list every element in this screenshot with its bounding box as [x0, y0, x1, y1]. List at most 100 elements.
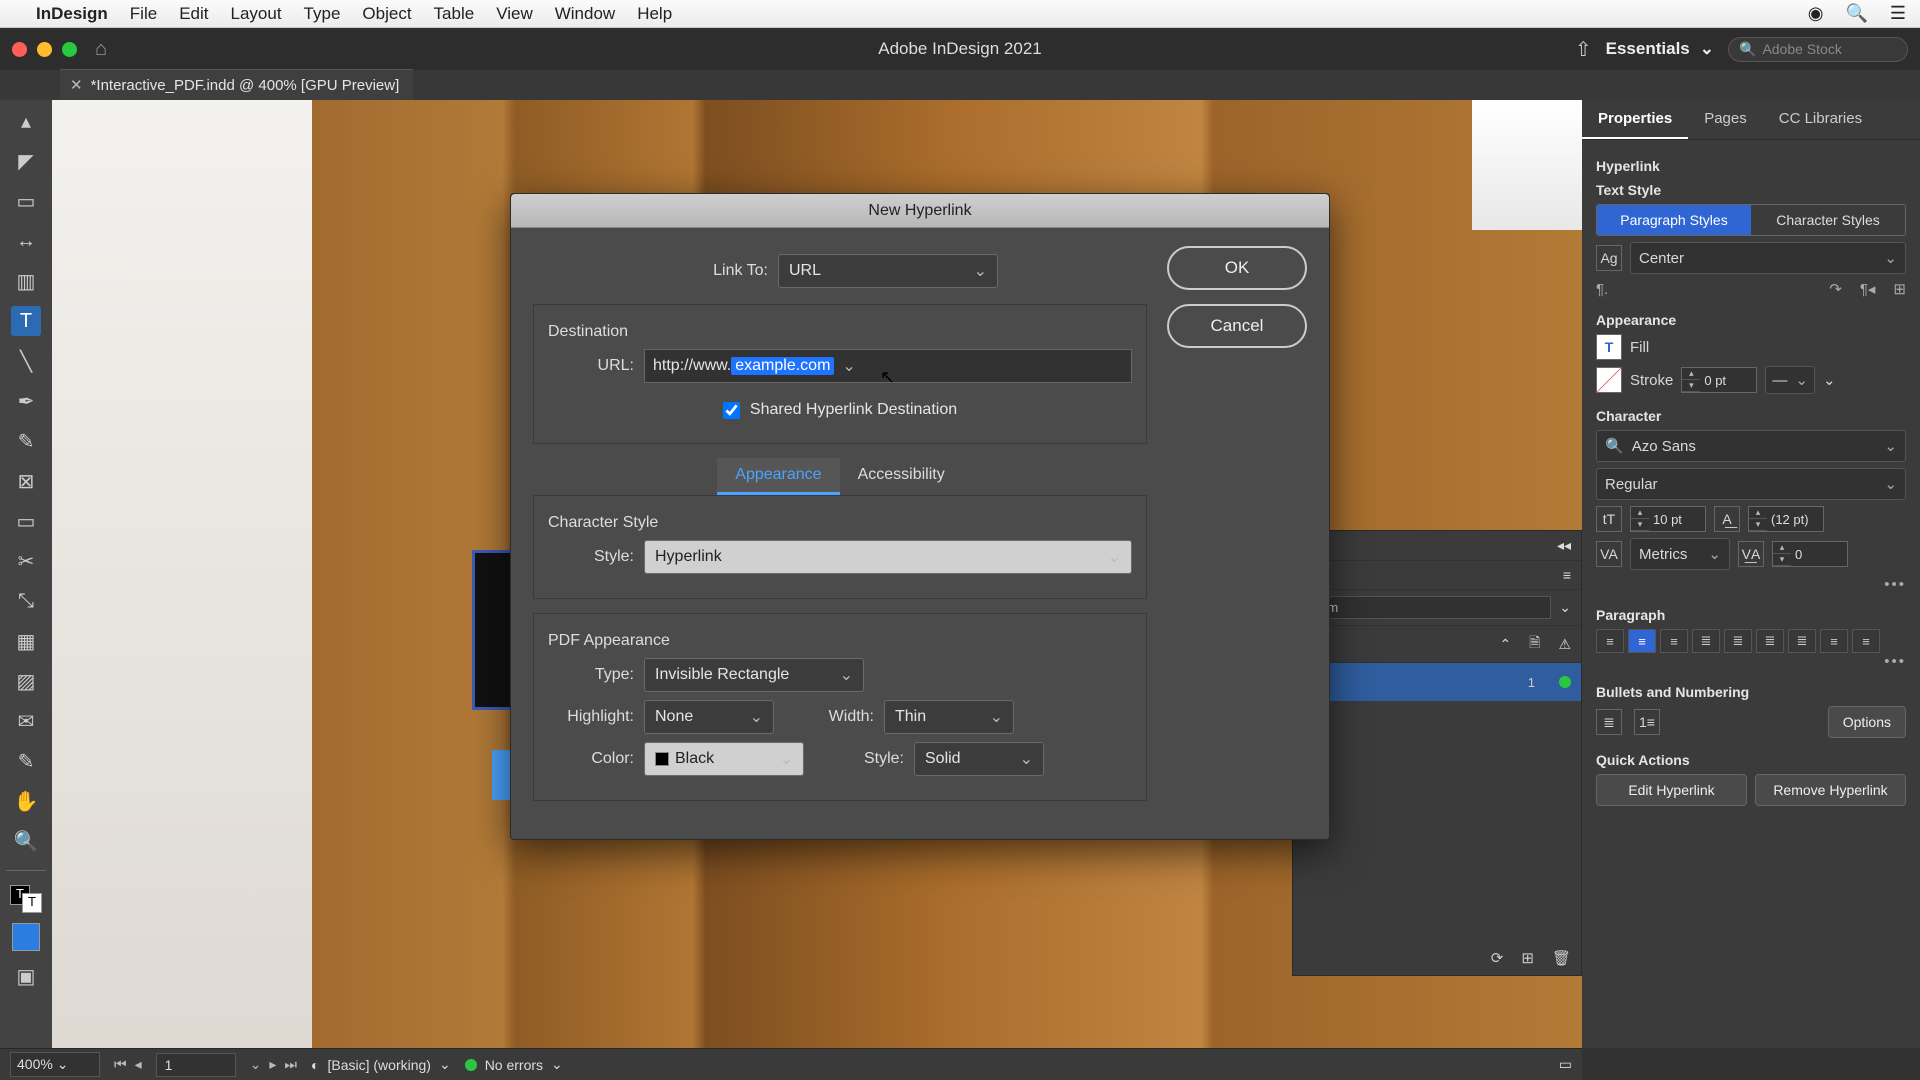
- kerning-select[interactable]: Metrics⌄: [1630, 538, 1730, 570]
- zoom-tool[interactable]: 🔍: [11, 826, 41, 856]
- more-options-icon[interactable]: •••: [1596, 576, 1906, 593]
- tracking-input[interactable]: ▴▾: [1772, 541, 1848, 567]
- color-select[interactable]: Black⌄: [644, 742, 804, 776]
- app-name[interactable]: InDesign: [36, 4, 108, 24]
- selection-tool[interactable]: ▴: [11, 106, 41, 136]
- menu-table[interactable]: Table: [434, 4, 475, 24]
- window-minimize-button[interactable]: [37, 42, 52, 57]
- menu-edit[interactable]: Edit: [179, 4, 208, 24]
- next-page-button[interactable]: ▸: [269, 1056, 276, 1073]
- menu-help[interactable]: Help: [637, 4, 672, 24]
- pencil-tool[interactable]: ✎: [11, 426, 41, 456]
- more-options-icon[interactable]: •••: [1596, 653, 1906, 670]
- shared-destination-checkbox[interactable]: [723, 402, 740, 419]
- home-icon[interactable]: ⌂: [95, 38, 107, 61]
- stroke-weight-input[interactable]: ▴▾: [1681, 367, 1757, 393]
- trash-icon[interactable]: 🗑: [1552, 949, 1571, 967]
- tab-properties[interactable]: Properties: [1582, 100, 1688, 139]
- warning-icon[interactable]: ⚠: [1558, 636, 1571, 653]
- last-page-button[interactable]: ⏭: [284, 1056, 297, 1073]
- remove-hyperlink-button[interactable]: Remove Hyperlink: [1755, 774, 1906, 806]
- new-hyperlink-icon[interactable]: 🗎: [1529, 632, 1540, 656]
- page-menu-chevron[interactable]: ⌄: [250, 1056, 262, 1073]
- clear-override-icon[interactable]: ¶.: [1596, 281, 1608, 298]
- chevron-down-icon[interactable]: ⌄: [1823, 371, 1836, 389]
- hand-tool[interactable]: ✋: [11, 786, 41, 816]
- eyedropper-tool[interactable]: ✎: [11, 746, 41, 776]
- color-swatch[interactable]: [12, 923, 40, 951]
- screen-mode-icon[interactable]: ▭: [1559, 1056, 1572, 1073]
- window-zoom-button[interactable]: [62, 42, 77, 57]
- spotlight-icon[interactable]: 🔍: [1845, 3, 1867, 24]
- highlight-select[interactable]: None⌄: [644, 700, 774, 734]
- first-page-button[interactable]: ⏮: [114, 1056, 127, 1073]
- menu-window[interactable]: Window: [555, 4, 615, 24]
- fill-stroke-swatch[interactable]: T T: [10, 885, 42, 913]
- justify-all-button[interactable]: ≣: [1788, 629, 1816, 653]
- add-style-icon[interactable]: ⊞: [1893, 280, 1906, 298]
- rectangle-tool[interactable]: ▭: [11, 506, 41, 536]
- menu-layout[interactable]: Layout: [231, 4, 282, 24]
- tab-accessibility[interactable]: Accessibility: [840, 458, 963, 495]
- menu-object[interactable]: Object: [362, 4, 411, 24]
- preflight-profile[interactable]: ◐ [Basic] (working) ⌄: [311, 1056, 451, 1073]
- redefine-style-icon[interactable]: ¶◂: [1860, 280, 1876, 298]
- paragraph-styles-button[interactable]: Paragraph Styles: [1597, 205, 1751, 235]
- tab-appearance[interactable]: Appearance: [717, 458, 839, 495]
- new-style-icon[interactable]: ↷: [1829, 280, 1842, 298]
- note-tool[interactable]: ✉: [11, 706, 41, 736]
- menu-view[interactable]: View: [496, 4, 533, 24]
- justify-center-button[interactable]: ≣: [1724, 629, 1752, 653]
- line-tool[interactable]: ╲: [11, 346, 41, 376]
- character-styles-button[interactable]: Character Styles: [1751, 205, 1905, 235]
- bulleted-list-icon[interactable]: ≣: [1596, 709, 1622, 735]
- menu-type[interactable]: Type: [304, 4, 341, 24]
- scissors-tool[interactable]: ✂: [11, 546, 41, 576]
- document-tab[interactable]: ✕ *Interactive_PDF.indd @ 400% [GPU Prev…: [60, 69, 413, 100]
- free-transform-tool[interactable]: ⤡: [11, 586, 41, 616]
- edit-hyperlink-button[interactable]: Edit Hyperlink: [1596, 774, 1747, 806]
- justify-left-button[interactable]: ≣: [1692, 629, 1720, 653]
- collapse-icon[interactable]: ◂◂: [1557, 537, 1571, 554]
- tab-close-icon[interactable]: ✕: [70, 76, 83, 94]
- numbered-list-icon[interactable]: 1≡: [1634, 709, 1660, 735]
- tab-pages[interactable]: Pages: [1688, 100, 1763, 139]
- type-tool[interactable]: T: [11, 306, 41, 336]
- rectangle-frame-tool[interactable]: ⊠: [11, 466, 41, 496]
- font-size-input[interactable]: ▴▾: [1630, 506, 1706, 532]
- justify-right-button[interactable]: ≣: [1756, 629, 1784, 653]
- hyperlink-url-input[interactable]: [1303, 596, 1551, 619]
- fill-swatch-icon[interactable]: T: [1596, 334, 1622, 360]
- font-family-select[interactable]: 🔍 Azo Sans⌄: [1596, 430, 1906, 462]
- prev-page-button[interactable]: ◂: [135, 1056, 142, 1073]
- preflight-status[interactable]: No errors ⌄: [465, 1056, 563, 1073]
- font-weight-select[interactable]: Regular⌄: [1596, 468, 1906, 500]
- gradient-feather-tool[interactable]: ▨: [11, 666, 41, 696]
- pdf-type-select[interactable]: Invisible Rectangle⌄: [644, 658, 864, 692]
- gradient-swatch-tool[interactable]: ▦: [11, 626, 41, 656]
- character-style-select[interactable]: Hyperlink⌄: [644, 540, 1132, 574]
- stroke-type-select[interactable]: —⌄: [1765, 366, 1815, 394]
- adobe-stock-search[interactable]: 🔍 Adobe Stock: [1728, 37, 1908, 62]
- creative-cloud-icon[interactable]: ◉: [1808, 3, 1824, 24]
- page-number-input[interactable]: 1: [156, 1053, 236, 1077]
- width-select[interactable]: Thin⌄: [884, 700, 1014, 734]
- share-icon[interactable]: ⇧: [1575, 37, 1592, 62]
- list-options-button[interactable]: Options: [1828, 706, 1906, 738]
- align-towards-spine-button[interactable]: ≡: [1820, 629, 1848, 653]
- align-away-spine-button[interactable]: ≡: [1852, 629, 1880, 653]
- stroke-swatch-icon[interactable]: [1596, 367, 1622, 393]
- align-center-button[interactable]: ≡: [1628, 629, 1656, 653]
- workspace-switcher[interactable]: Essentials ⌄: [1606, 39, 1714, 59]
- linestyle-select[interactable]: Solid⌄: [914, 742, 1044, 776]
- hyperlinks-panel[interactable]: ◂◂ ≡ ⌄ ⌃ 🗎 ⚠ 1 ⟳ ⊞ 🗑: [1292, 530, 1582, 976]
- chevron-down-icon[interactable]: ⌄: [834, 356, 855, 376]
- hyperlink-list-row[interactable]: 1: [1293, 663, 1581, 701]
- hamburger-icon[interactable]: ≡: [1563, 567, 1571, 583]
- page-tool[interactable]: ▭: [11, 186, 41, 216]
- control-center-icon[interactable]: ☰: [1890, 3, 1906, 24]
- view-mode-toggle[interactable]: ▣: [11, 961, 41, 991]
- link-to-select[interactable]: URL⌄: [778, 254, 998, 288]
- align-right-button[interactable]: ≡: [1660, 629, 1688, 653]
- ok-button[interactable]: OK: [1167, 246, 1307, 290]
